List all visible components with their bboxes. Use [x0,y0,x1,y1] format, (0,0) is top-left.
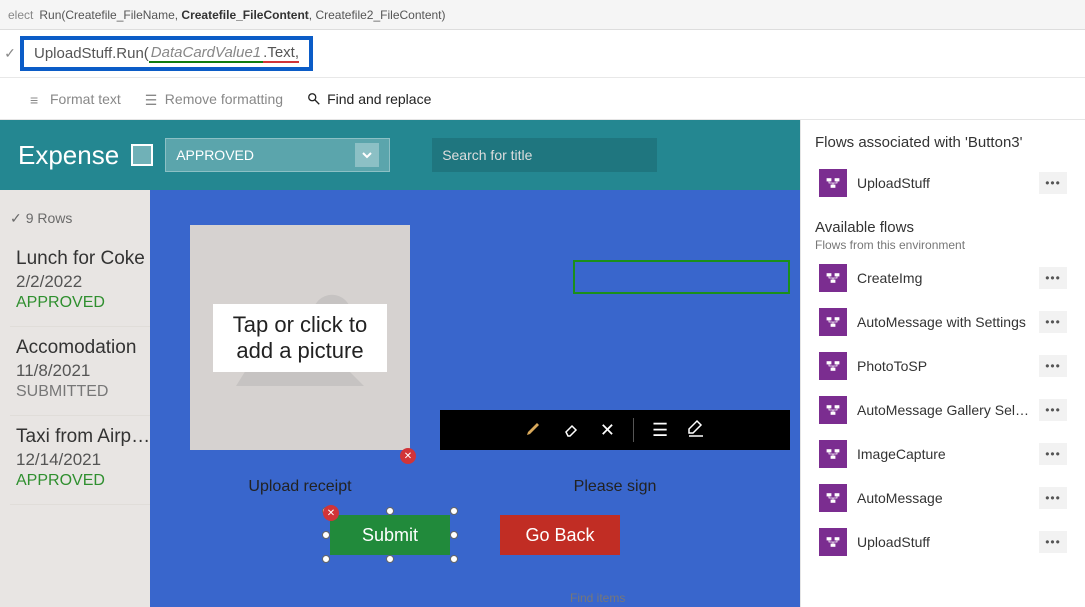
formula-bar[interactable]: ✓ UploadStuff.Run( DataCardValue1 .Text … [0,30,1085,78]
format-icon: ≡ [30,92,44,106]
add-picture-control[interactable]: Tap or click to add a picture [190,225,410,450]
remove-format-icon: ☰ [145,92,159,106]
flow-icon [819,169,847,197]
flow-more-button[interactable]: ••• [1039,399,1067,421]
flow-more-button[interactable]: ••• [1039,172,1067,194]
flow-row[interactable]: UploadStuff ••• [815,522,1071,562]
flow-name: CreateImg [857,270,1029,286]
flow-row[interactable]: UploadStuff ••• [815,163,1071,203]
flow-row[interactable]: AutoMessage ••• [815,478,1071,518]
flow-icon [819,352,847,380]
approved-checkbox[interactable] [131,144,153,166]
pen-input-control[interactable]: ✕ ☰ [440,260,790,450]
token-datacardvalue: DataCardValue1 [149,44,263,63]
goback-button[interactable]: Go Back [500,515,620,555]
flow-row[interactable]: PhotoToSP ••• [815,346,1071,386]
flow-icon [819,308,847,336]
flow-name: AutoMessage Gallery Select… [857,402,1029,418]
property-label: elect [8,8,33,22]
flow-more-button[interactable]: ••• [1039,487,1067,509]
flow-more-button[interactable]: ••• [1039,311,1067,333]
flow-icon [819,264,847,292]
upload-caption: Upload receipt [190,478,410,496]
sign-caption: Please sign [440,478,790,496]
error-badge-icon[interactable]: ✕ [400,448,416,464]
search-input[interactable]: Search for title [432,138,657,172]
search-icon [307,92,321,106]
flow-icon [819,440,847,468]
lines-icon[interactable]: ☰ [652,420,668,441]
remove-formatting-button[interactable]: ☰ Remove formatting [145,91,283,107]
flow-icon [819,396,847,424]
canvas[interactable]: Expense APPROVED Search for title 9 Rows… [0,120,800,607]
panel-title: Flows associated with 'Button3' [815,134,1071,151]
flow-name: ImageCapture [857,446,1029,462]
flow-more-button[interactable]: ••• [1039,443,1067,465]
sign-selection-outline [573,260,790,294]
available-flows-list: CreateImg ••• AutoMessage with Settings … [815,258,1071,562]
formula-input-highlight[interactable]: UploadStuff.Run( DataCardValue1 .Text , [20,36,313,71]
formula-check-icon[interactable]: ✓ [0,45,20,62]
flow-icon [819,528,847,556]
flow-name: UploadStuff [857,534,1029,550]
pen-toolbar: ✕ ☰ [440,410,790,450]
format-text-button[interactable]: ≡ Format text [30,91,121,107]
flow-name: AutoMessage with Settings [857,314,1029,330]
flow-row[interactable]: AutoMessage Gallery Select… ••• [815,390,1071,430]
pen-icon[interactable] [524,418,544,443]
flow-row[interactable]: ImageCapture ••• [815,434,1071,474]
flow-row[interactable]: CreateImg ••• [815,258,1071,298]
top-signature-bar: elect Run(Createfile_FileName, Createfil… [0,0,1085,30]
flow-name: AutoMessage [857,490,1029,506]
run-signature: Run(Createfile_FileName, Createfile_File… [39,8,445,22]
edit-icon[interactable] [686,418,706,443]
app-header: Expense APPROVED Search for title [0,120,800,190]
clear-icon[interactable]: ✕ [600,420,615,441]
page-title: Expense [18,140,119,171]
available-flows-sub: Flows from this environment [815,238,1071,252]
flow-name: UploadStuff [857,175,1029,191]
flow-more-button[interactable]: ••• [1039,355,1067,377]
chevron-down-icon [355,143,379,167]
status-dropdown[interactable]: APPROVED [165,138,390,172]
power-automate-panel: Flows associated with 'Button3' UploadSt… [800,120,1085,607]
flow-more-button[interactable]: ••• [1039,267,1067,289]
flow-icon [819,484,847,512]
flow-row[interactable]: AutoMessage with Settings ••• [815,302,1071,342]
find-replace-button[interactable]: Find and replace [307,91,431,107]
error-badge-icon[interactable]: ✕ [323,505,339,521]
available-flows-header: Available flows [815,219,1071,236]
selection-handles[interactable] [326,511,454,559]
eraser-icon[interactable] [562,418,582,443]
upload-modal: Tap or click to add a picture ✕ Upload r… [150,190,800,607]
flow-name: PhotoToSP [857,358,1029,374]
format-toolbar: ≡ Format text ☰ Remove formatting Find a… [0,78,1085,120]
add-picture-label: Tap or click to add a picture [213,304,388,372]
rows-count: 9 Rows [10,210,72,227]
associated-flows-list: UploadStuff ••• [815,163,1071,203]
flow-more-button[interactable]: ••• [1039,531,1067,553]
find-items-label: Find items [570,591,625,605]
